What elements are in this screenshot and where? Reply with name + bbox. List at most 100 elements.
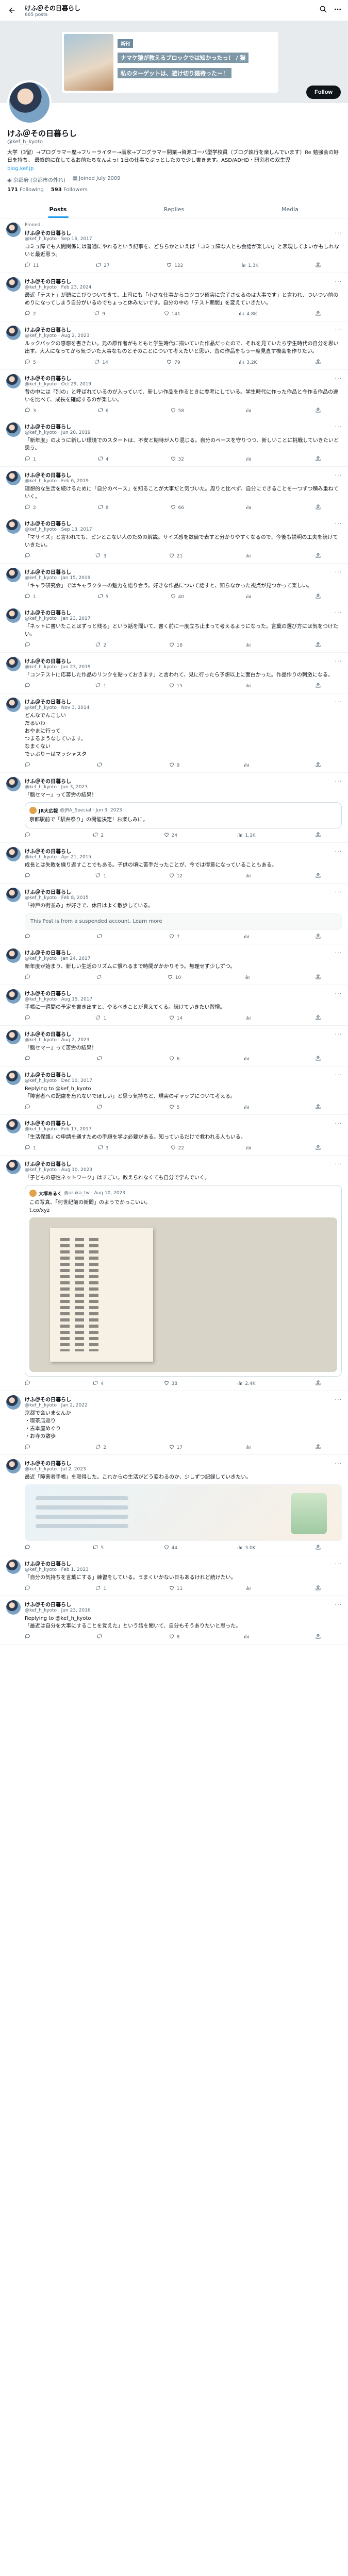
more-icon[interactable]: ··· [335,778,342,785]
avatar[interactable] [6,1600,21,1615]
author-name[interactable]: けふ＠その日暮らし [25,1600,71,1608]
views-button[interactable] [245,552,253,560]
avatar[interactable] [6,948,21,963]
avatar[interactable] [6,847,21,861]
reply-button[interactable] [25,1544,33,1552]
avatar[interactable] [6,1560,21,1574]
more-icon[interactable]: ··· [335,423,342,430]
retweet-button[interactable]: 3 [95,552,106,560]
views-button[interactable] [243,1633,252,1641]
retweet-button[interactable]: 1 [95,682,106,690]
avatar[interactable] [6,1030,21,1044]
views-button[interactable]: 2.4K [237,1380,256,1387]
views-button[interactable] [245,641,253,649]
reply-button[interactable] [25,832,33,839]
author-name[interactable]: けふ＠その日暮らし [25,277,71,285]
views-button[interactable]: 1.3K [240,262,258,269]
like-button[interactable]: 17 [169,1444,183,1451]
author-name[interactable]: けふ＠その日暮らし [25,1071,71,1078]
avatar[interactable] [6,568,21,582]
reply-button[interactable]: 2 [25,504,36,512]
avatar[interactable] [6,1459,21,1473]
share-button[interactable] [315,974,321,981]
tweet[interactable]: けふ＠その日暮らし ··· @kef_h_kyoto · Jan 15, 2019 「… [0,564,348,604]
reply-button[interactable]: 2 [25,310,36,318]
retweet-button[interactable]: 5 [92,1544,104,1552]
retweet-button[interactable] [96,974,104,981]
share-button[interactable] [315,455,321,463]
retweet-button[interactable]: 1 [95,872,106,880]
quoted-post[interactable]: 大塚あるく @aruka_tw · Aug 10, 2023 この写真、「何世紀前の… [25,1185,342,1377]
like-button[interactable]: 22 [170,1144,184,1152]
share-button[interactable] [315,262,321,269]
tab-media[interactable]: Media [232,200,348,218]
tweet[interactable]: けふ＠その日暮らし ··· @kef_h_kyoto · Jan 23, 2017 「… [0,604,348,653]
author-name[interactable]: けふ＠その日暮らし [25,1160,71,1167]
retweet-button[interactable]: 4 [97,455,108,463]
retweet-button[interactable] [96,1633,105,1641]
like-button[interactable]: 141 [163,310,180,318]
retweet-button[interactable] [96,1055,105,1063]
retweet-button[interactable]: 27 [95,262,110,269]
share-button[interactable] [315,310,321,318]
avatar[interactable] [6,888,21,902]
like-button[interactable]: 66 [170,504,184,512]
author-name[interactable]: けふ＠その日暮らし [25,698,71,705]
retweet-button[interactable] [96,1104,105,1111]
avatar[interactable] [6,471,21,485]
share-button[interactable] [315,682,321,690]
avatar[interactable] [6,657,21,671]
like-button[interactable]: 12 [169,872,183,880]
more-icon[interactable]: ··· [335,1561,342,1567]
like-button[interactable]: 24 [163,832,177,839]
views-button[interactable] [245,593,254,601]
more-icon[interactable]: ··· [335,1161,342,1167]
search-icon[interactable] [319,5,327,15]
like-button[interactable]: 40 [170,593,184,601]
tweet[interactable]: けふ＠その日暮らし ··· @kef_h_kyoto · Jul 2, 2023 最近… [0,1455,348,1555]
author-name[interactable]: けふ＠その日暮らし [25,888,71,895]
share-button[interactable] [315,407,321,415]
share-button[interactable] [315,933,321,941]
reply-button[interactable]: 1 [25,455,36,463]
share-button[interactable] [315,359,321,366]
share-button[interactable] [315,504,321,512]
tweet[interactable]: けふ＠その日暮らし ··· @kef_h_kyoto · Aug 15, 2017 手… [0,985,348,1026]
author-name[interactable]: けふ＠その日暮らし [25,1119,71,1127]
like-button[interactable]: 122 [166,262,183,269]
share-button[interactable] [315,1055,321,1063]
avatar[interactable] [6,989,21,1004]
views-button[interactable] [245,504,254,512]
retweet-button[interactable]: 4 [92,1380,104,1387]
views-button[interactable]: 3.2K [238,359,257,366]
retweet-button[interactable] [96,933,105,941]
tweet[interactable]: けふ＠その日暮らし ··· @kef_h_kyoto · Jun 23, 2016 R… [0,1596,348,1645]
tweet[interactable]: けふ＠その日暮らし ··· @kef_h_kyoto · Nov 3, 2014 どん… [0,693,348,773]
author-name[interactable]: けふ＠その日暮らし [25,989,71,997]
views-button[interactable] [245,1014,253,1022]
more-icon[interactable]: ··· [335,848,342,855]
quoted-post[interactable]: JR大広報 @JRA_Special · Jun 3, 2023 京都駅前で「駅弁祭… [25,802,342,828]
avatar[interactable] [6,519,21,534]
retweet-button[interactable]: 2 [95,641,106,649]
more-icon[interactable]: ··· [335,699,342,705]
avatar[interactable] [6,1395,21,1410]
retweet-button[interactable]: 14 [94,359,108,366]
avatar[interactable] [6,698,21,712]
tweet[interactable]: けふ＠その日暮らし ··· @kef_h_kyoto · Jun 3, 2023 「脂… [0,773,348,843]
author-name[interactable]: けふ＠その日暮らし [25,657,71,665]
author-name[interactable]: けふ＠その日暮らし [25,1560,71,1567]
reply-button[interactable]: 3 [25,407,36,415]
views-button[interactable]: 3.0K [237,1544,256,1552]
profile-link[interactable]: blog.kef.jp [7,166,341,172]
like-button[interactable]: 5 [169,1104,179,1111]
avatar[interactable] [6,422,21,437]
views-button[interactable]: 4.8K [238,310,257,318]
views-button[interactable] [244,974,252,981]
like-button[interactable]: 58 [170,407,184,415]
tweet[interactable]: Pinned けふ＠その日暮らし ··· @kef_h_kyoto · Sep 16,… [0,218,348,273]
like-button[interactable]: 6 [169,1055,179,1063]
more-icon[interactable]: ··· [335,1072,342,1078]
tweet[interactable]: けふ＠その日暮らし ··· @kef_h_kyoto · Feb 23, 2024 最… [0,273,348,321]
more-icon[interactable]: ··· [335,1396,342,1403]
